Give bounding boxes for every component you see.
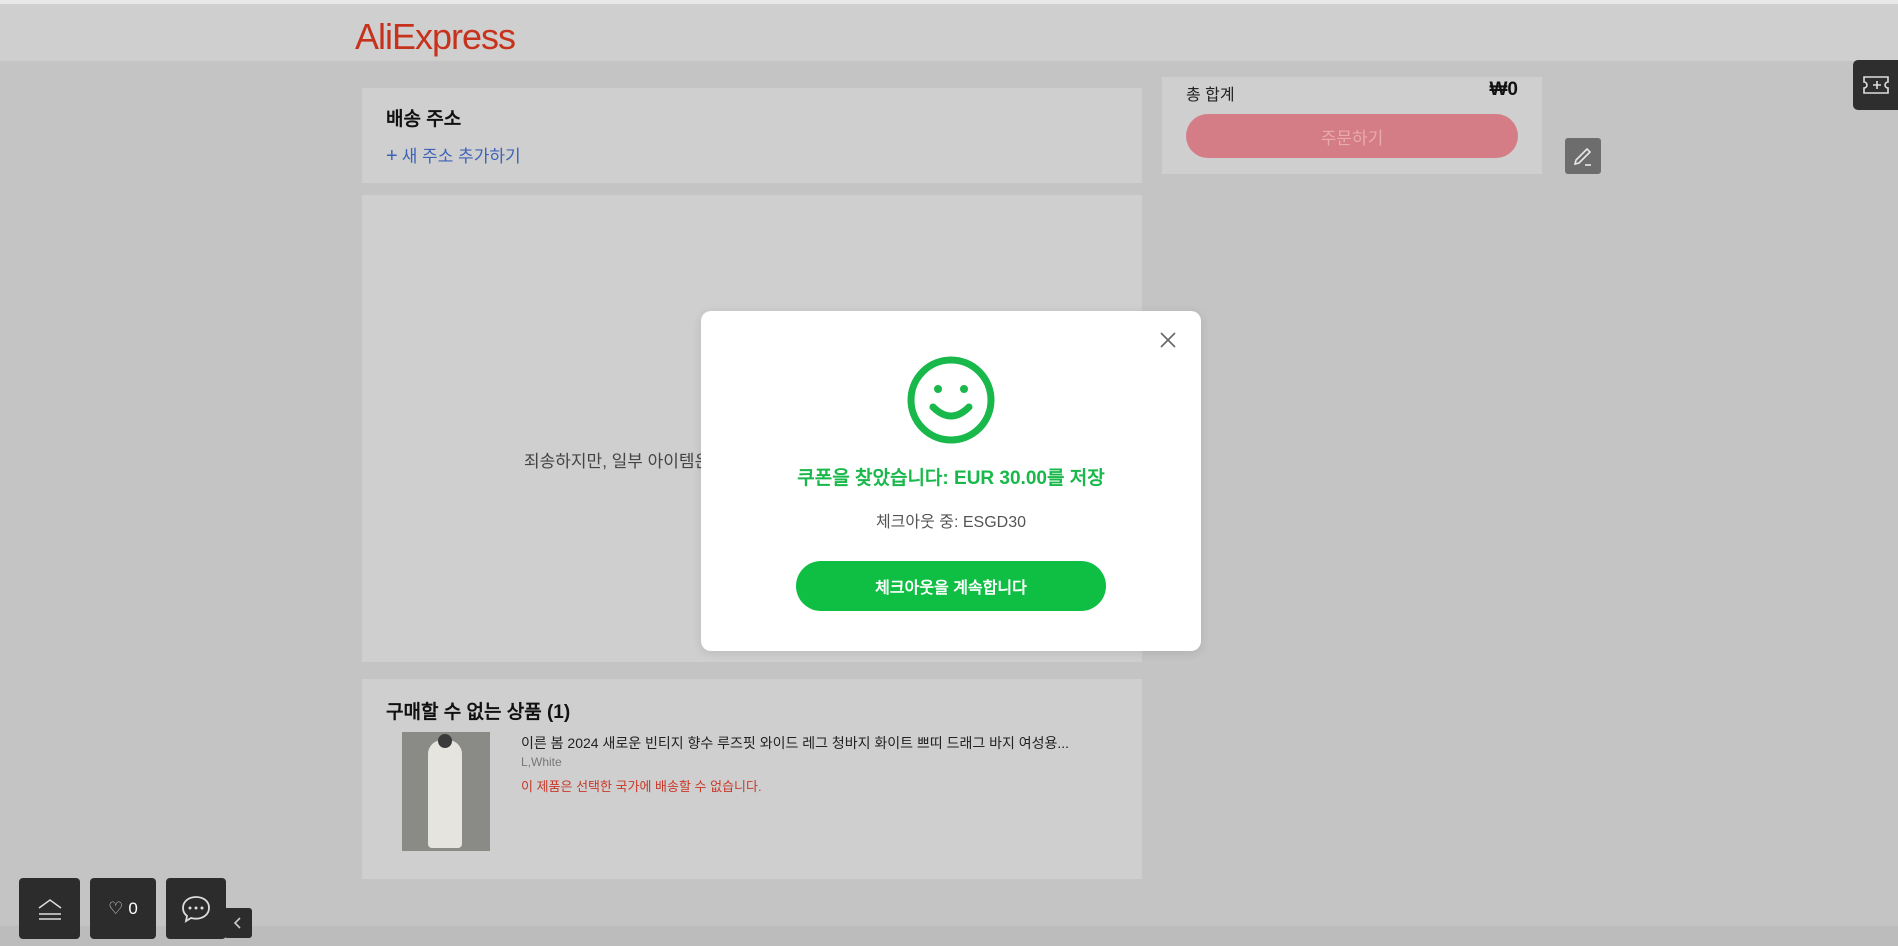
- product-image[interactable]: [402, 732, 490, 851]
- add-new-address-link[interactable]: + 새 주소 추가하기: [386, 142, 521, 168]
- scroll-top-button[interactable]: [19, 878, 80, 939]
- pencil-icon: [1573, 147, 1592, 166]
- wishlist-count: 0: [128, 898, 138, 918]
- coupon-code-text: 체크아웃 중: ESGD30: [875, 514, 1027, 531]
- total-label: 총 합계: [1186, 87, 1235, 104]
- chat-button[interactable]: [166, 878, 226, 939]
- aliexpress-logo[interactable]: AliExpress: [355, 16, 516, 58]
- product-variant: L,White: [521, 755, 562, 769]
- shipping-warning: 이 제품은 선택한 국가에 배송할 수 없습니다.: [521, 779, 762, 794]
- shipping-address-title: 배송 주소: [386, 109, 462, 130]
- items-unavailable-message: 죄송하지만, 일부 아이템은: [524, 452, 711, 471]
- collapse-toolbar-button[interactable]: [224, 908, 252, 938]
- product-name[interactable]: 이른 봄 2024 새로운 빈티지 향수 루즈핏 와이드 레그 청바지 화이트 …: [521, 733, 1069, 753]
- smiley-icon: [907, 356, 995, 444]
- heart-icon: ♡: [108, 898, 124, 918]
- ticket-icon: [1862, 76, 1889, 94]
- page-bottom-edge: [0, 926, 1898, 946]
- edit-button[interactable]: [1565, 138, 1601, 174]
- unavailable-products-title: 구매할 수 없는 상품 (1): [386, 702, 571, 723]
- unavailable-products-panel: 구매할 수 없는 상품 (1) 이른 봄 2024 새로운 빈티지 향수 루즈핏…: [362, 679, 1142, 879]
- total-value: ₩0: [1489, 79, 1519, 100]
- continue-checkout-button[interactable]: 체크아웃을 계속합니다: [796, 561, 1106, 611]
- coupon-found-text: 쿠폰을 찾았습니다: EUR 30.00를 저장: [797, 468, 1105, 489]
- place-order-button[interactable]: 주문하기: [1186, 114, 1518, 158]
- coupon-side-tab[interactable]: [1853, 60, 1898, 110]
- add-address-label: 새 주소 추가하기: [401, 147, 521, 166]
- wishlist-button[interactable]: ♡ 0: [90, 878, 156, 939]
- chevron-left-icon: [233, 917, 241, 929]
- shipping-address-panel: 배송 주소 + 새 주소 추가하기: [362, 88, 1142, 183]
- close-icon[interactable]: [1157, 329, 1179, 351]
- order-summary-panel: 총 합계 ₩0 주문하기: [1162, 77, 1542, 174]
- scroll-top-icon: [38, 898, 61, 920]
- plus-icon: +: [386, 145, 398, 167]
- site-header: AliExpress: [0, 4, 1898, 61]
- chat-icon: [182, 895, 210, 923]
- coupon-found-modal: 쿠폰을 찾았습니다: EUR 30.00를 저장 체크아웃 중: ESGD30 …: [701, 311, 1201, 651]
